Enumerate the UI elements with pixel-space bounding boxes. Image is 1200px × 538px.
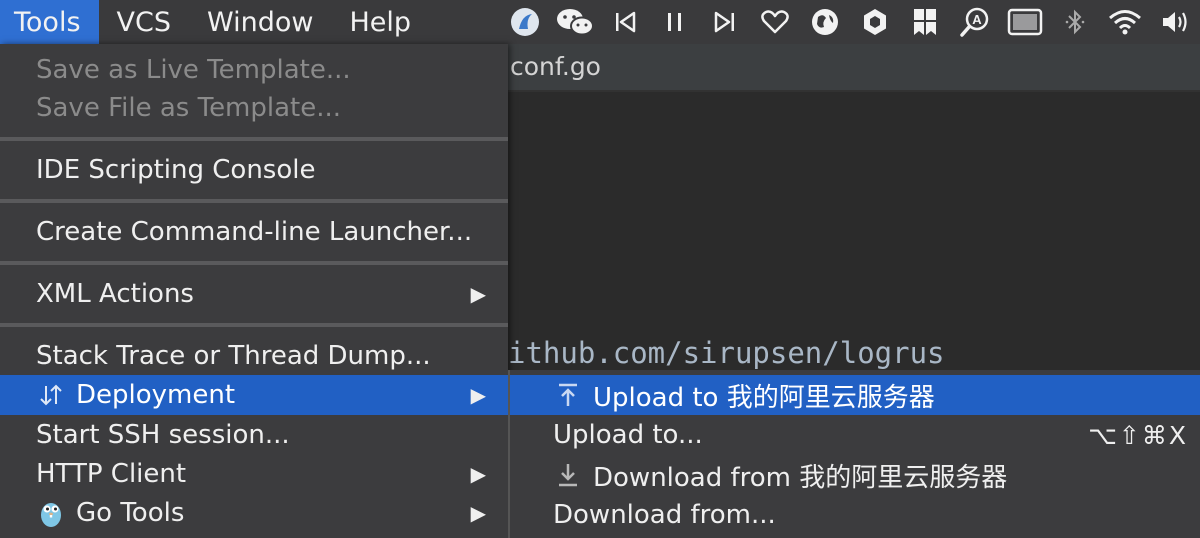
submenu-arrow-icon: ▶ [470,462,486,486]
menu-item-http-client[interactable]: HTTP Client ▶ [0,454,508,494]
previous-track-icon[interactable] [600,0,650,44]
next-track-icon[interactable] [700,0,750,44]
search-a-icon[interactable]: A [950,0,1000,44]
upload-icon [553,380,583,410]
menu-item-save-file-template[interactable]: Save File as Template... [0,88,508,128]
editor-tab-title[interactable]: conf.go [510,52,601,81]
menu-separator [0,199,508,203]
menu-tools[interactable]: Tools [0,0,99,44]
heart-icon[interactable] [750,0,800,44]
menu-item-deployment[interactable]: Deployment ▶ [0,375,508,415]
submenu-arrow-icon: ▶ [470,383,486,407]
svg-text:A: A [972,12,982,27]
menu-item-xml-actions[interactable]: XML Actions ▶ [0,272,508,316]
display-icon[interactable] [1000,0,1050,44]
menu-item-save-live-template[interactable]: Save as Live Template... [0,50,508,90]
menu-help[interactable]: Help [331,0,429,44]
menu-item-label: Create Command-line Launcher... [36,217,473,247]
menu-item-label: XML Actions [36,279,194,309]
bluetooth-icon[interactable] [1050,0,1100,44]
menu-item-label: IDE Scripting Console [36,155,316,185]
submenu-item-label: Upload to 我的阿里云服务器 [593,382,935,413]
submenu-item-download-from[interactable]: Download from... [510,495,1200,535]
menu-separator [0,323,508,327]
wifi-icon[interactable] [1100,0,1150,44]
wechat-icon[interactable] [550,0,600,44]
volume-icon[interactable] [1150,0,1200,44]
menu-vcs-label: VCS [116,6,171,38]
menu-item-start-ssh[interactable]: Start SSH session... [0,415,508,455]
menu-tools-label: Tools [14,6,81,38]
menu-help-label: Help [349,6,412,38]
menu-item-ide-scripting-console[interactable]: IDE Scripting Console [0,148,508,192]
menu-item-go-tools[interactable]: Go Tools ▶ [0,493,508,533]
menu-item-label: Start SSH session... [36,420,290,450]
bookmark-grid-icon[interactable] [900,0,950,44]
menu-vcs[interactable]: VCS [99,0,189,44]
menu-item-label: Save as Live Template... [36,55,351,85]
tools-menu: Save as Live Template... Save File as Te… [0,44,508,538]
menu-window[interactable]: Window [189,0,331,44]
app-circle-icon[interactable] [500,0,550,44]
submenu-arrow-icon: ▶ [470,501,486,525]
submenu-arrow-icon: ▶ [470,282,486,306]
menu-window-label: Window [206,6,314,38]
menu-item-label: Stack Trace or Thread Dump... [36,341,431,371]
menu-separator [0,261,508,265]
keyboard-shortcut: ⌥⇧⌘X [1088,420,1188,450]
hexagon-icon[interactable] [850,0,900,44]
submenu-item-download-from-server[interactable]: Download from 我的阿里云服务器 [510,455,1200,495]
submenu-item-upload-to-server[interactable]: Upload to 我的阿里云服务器 [510,375,1200,415]
submenu-item-upload-to[interactable]: Upload to... ⌥⇧⌘X [510,415,1200,455]
menu-separator [0,137,508,141]
gopher-icon [36,498,66,528]
status-tray: A [500,0,1200,44]
menu-bar: Tools VCS Window Help A [0,0,1200,44]
code-line: ithub.com/sirupsen/logrus [508,336,945,370]
download-icon [553,460,583,490]
submenu-item-label: Upload to... [553,420,703,450]
submenu-item-label: Download from... [553,500,776,530]
submenu-item-label: Download from 我的阿里云服务器 [593,462,1008,493]
menu-item-command-line-launcher[interactable]: Create Command-line Launcher... [0,210,508,254]
globe-icon[interactable] [800,0,850,44]
menu-item-label: HTTP Client [36,459,187,489]
menu-item-label: Deployment [76,380,236,410]
sort-arrows-icon [36,380,66,410]
pause-icon[interactable] [650,0,700,44]
menu-item-label: Save File as Template... [36,93,342,123]
deployment-submenu: Upload to 我的阿里云服务器 Upload to... ⌥⇧⌘X Dow… [508,370,1200,538]
menu-item-label: Go Tools [76,498,185,528]
menu-item-stack-trace[interactable]: Stack Trace or Thread Dump... [0,334,508,378]
editor-tab-strip [508,44,1200,92]
